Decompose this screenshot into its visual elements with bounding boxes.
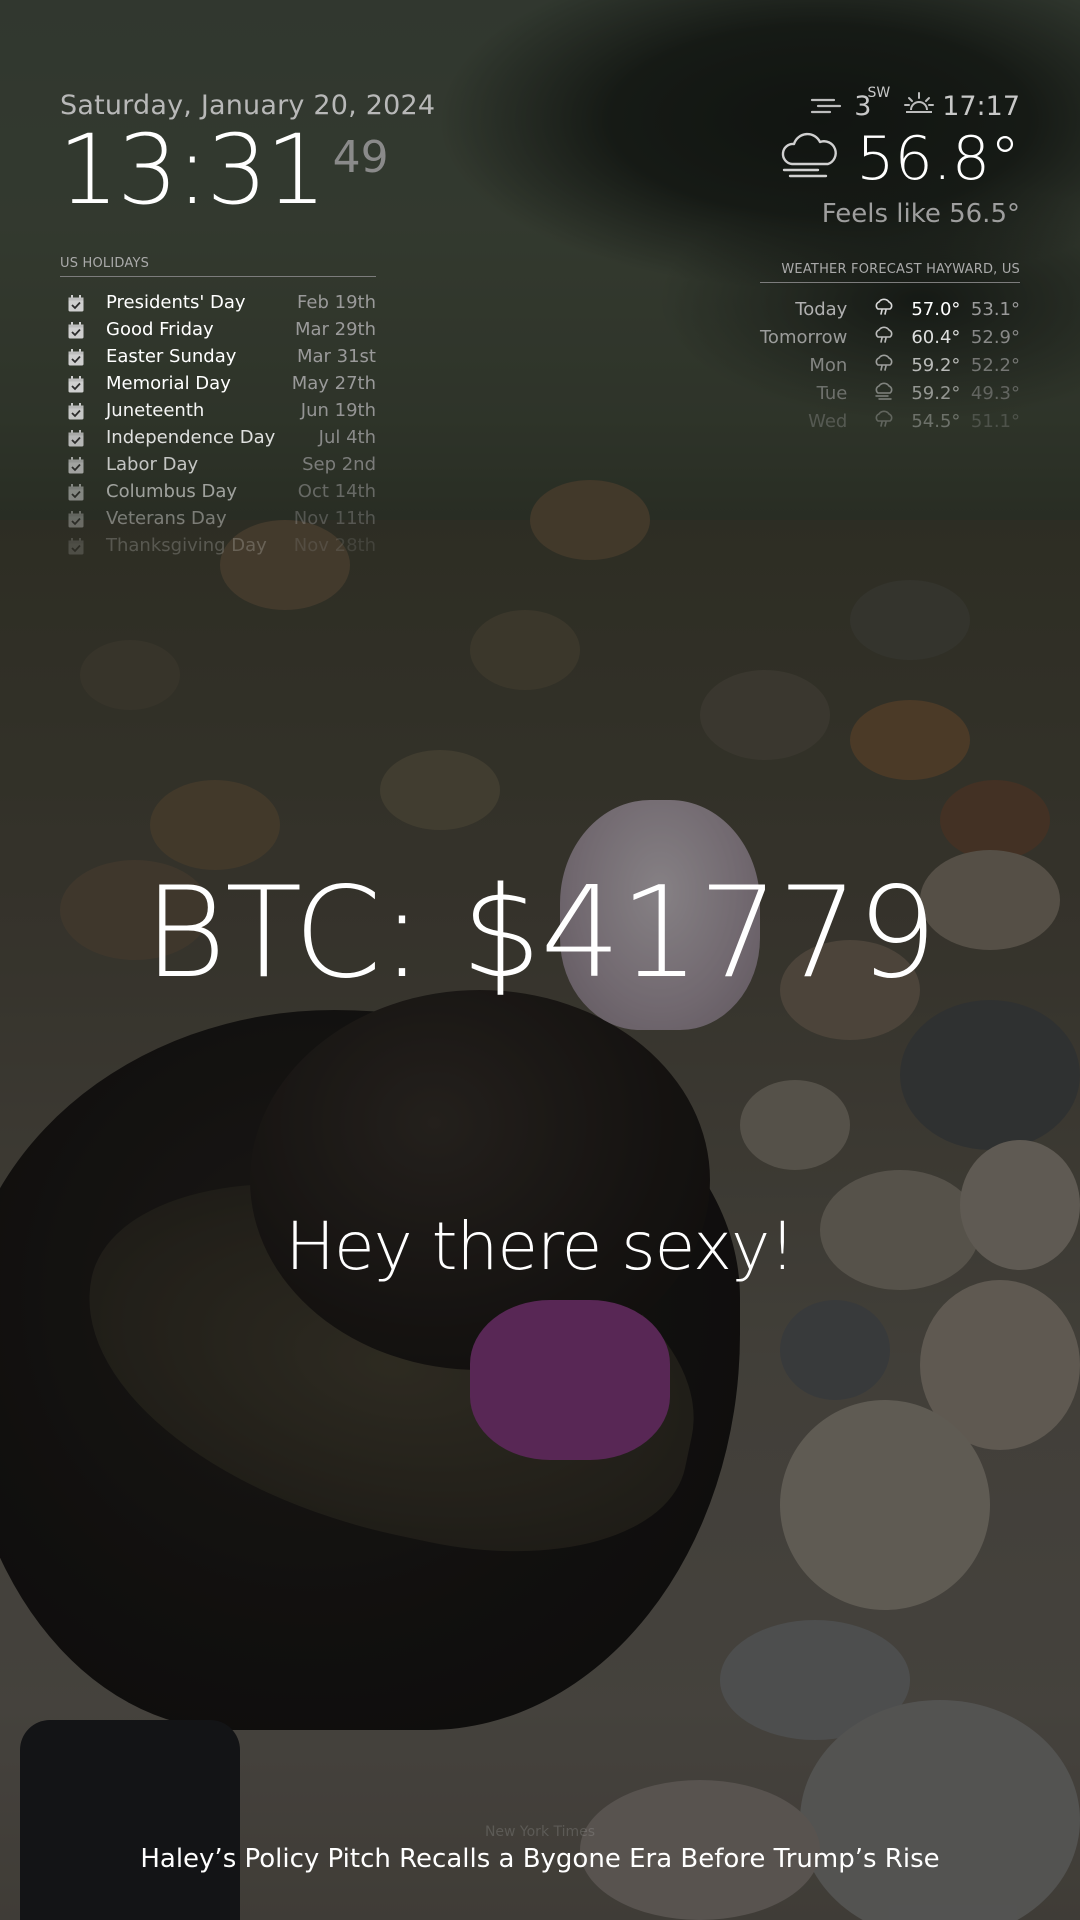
calendar-event-title: Veterans Day xyxy=(106,508,227,529)
calendar-event-date: Mar 29th xyxy=(294,319,376,340)
calendar-event-title: Presidents' Day xyxy=(106,292,246,313)
forecast-header: WEATHER FORECAST HAYWARD, US xyxy=(760,262,1020,283)
weather-temperature-row: 56.8° xyxy=(690,129,1020,189)
calendar-event-title: Good Friday xyxy=(106,319,214,340)
forecast-max-temp: 54.5° xyxy=(911,410,961,432)
calendar-event: Easter Sunday Mar 31st xyxy=(60,343,376,370)
calendar-check-icon xyxy=(68,348,84,365)
sunset-time: 17:17 xyxy=(942,91,1020,122)
current-temperature: 56.8° xyxy=(856,124,1020,194)
wind-direction: SW xyxy=(867,85,891,101)
calendar-event-date: Feb 19th xyxy=(297,292,376,313)
forecast-row: Today 57.0° 53.1° xyxy=(760,295,1020,323)
calendar-event-list: Presidents' Day Feb 19th Good Friday Mar 29… xyxy=(60,289,376,559)
forecast-min-temp: 51.1° xyxy=(970,410,1020,432)
calendar-check-icon xyxy=(68,510,84,527)
calendar-check-icon xyxy=(68,321,84,338)
rain-icon xyxy=(867,323,900,351)
feels-like: Feels like 56.5° xyxy=(821,199,1020,229)
calendar-event: Veterans Day Nov 11th xyxy=(60,505,376,532)
sunset-icon xyxy=(904,90,935,123)
news-headline: Haley’s Policy Pitch Recalls a Bygone Er… xyxy=(140,1844,940,1874)
calendar-event-date: Mar 31st xyxy=(296,346,376,367)
calendar-check-icon xyxy=(68,537,84,554)
forecast-max-temp: 60.4° xyxy=(911,326,961,348)
calendar-event-date: Jul 4th xyxy=(318,427,376,448)
calendar-event-title: Juneteenth xyxy=(106,400,205,421)
forecast-max-temp: 59.2° xyxy=(911,382,961,404)
forecast-day: Today xyxy=(795,298,848,320)
calendar-event: Presidents' Day Feb 19th xyxy=(60,289,376,316)
news-source: New York Times xyxy=(484,1824,596,1840)
rain-icon xyxy=(867,295,900,323)
calendar-event-date: Sep 2nd xyxy=(302,454,376,475)
calendar-event-title: Columbus Day xyxy=(106,481,238,502)
btc-price: BTC: $41779 xyxy=(143,859,938,1006)
wind-icon xyxy=(810,91,846,122)
forecast-row: Wed 54.5° 51.1° xyxy=(760,407,1020,435)
calendar-event: Thanksgiving Day Nov 28th xyxy=(60,532,376,559)
forecast-day: Tomorrow xyxy=(760,326,848,348)
forecast-min-temp: 49.3° xyxy=(970,382,1020,404)
forecast-row: Tue 59.2° 49.3° xyxy=(760,379,1020,407)
calendar-event-date: Nov 11th xyxy=(293,508,376,529)
forecast-min-temp: 52.9° xyxy=(970,326,1020,348)
forecast-row: Tomorrow 60.4° 52.9° xyxy=(760,323,1020,351)
calendar-event-date: Oct 14th xyxy=(297,481,376,502)
calendar-check-icon xyxy=(68,294,84,311)
clock-hours-minutes: 13:31 xyxy=(58,114,327,226)
compliment-text: Hey there sexy! xyxy=(285,1208,795,1285)
cloudy-rain-icon xyxy=(778,132,840,186)
calendar-event-title: Independence Day xyxy=(106,427,276,448)
cloudy-icon xyxy=(867,379,900,407)
calendar-event: Columbus Day Oct 14th xyxy=(60,478,376,505)
calendar-check-icon xyxy=(68,456,84,473)
calendar-event: Labor Day Sep 2nd xyxy=(60,451,376,478)
calendar-event: Good Friday Mar 29th xyxy=(60,316,376,343)
holidays-calendar: US HOLIDAYS Presidents' Day Feb 19th Good … xyxy=(60,256,376,559)
forecast-max-temp: 57.0° xyxy=(911,298,961,320)
weather-forecast: WEATHER FORECAST HAYWARD, US Today 57.0° 5… xyxy=(760,262,1020,435)
calendar-event-title: Memorial Day xyxy=(106,373,231,394)
calendar-check-icon xyxy=(68,402,84,419)
calendar-event: Juneteenth Jun 19th xyxy=(60,397,376,424)
calendar-event-title: Thanksgiving Day xyxy=(106,535,267,556)
calendar-event-title: Labor Day xyxy=(106,454,199,475)
forecast-row: Mon 59.2° 52.2° xyxy=(760,351,1020,379)
forecast-min-temp: 53.1° xyxy=(970,298,1020,320)
forecast-max-temp: 59.2° xyxy=(911,354,961,376)
calendar-event-title: Easter Sunday xyxy=(106,346,237,367)
forecast-table: Today 57.0° 53.1° Tomorrow 60.4° 52.9° Mon 59.2… xyxy=(760,295,1020,435)
forecast-day: Tue xyxy=(816,382,848,404)
forecast-min-temp: 52.2° xyxy=(970,354,1020,376)
calendar-header: US HOLIDAYS xyxy=(60,256,376,277)
weather-wind-sunset-row: 3SW 17:17 xyxy=(690,85,1020,123)
calendar-event: Independence Day Jul 4th xyxy=(60,424,376,451)
calendar-check-icon xyxy=(68,483,84,500)
clock-seconds: 49 xyxy=(332,132,389,183)
current-weather: 3SW 17:17 56.8° Feels like 56.5° xyxy=(690,85,1020,229)
wind-speed: 3SW xyxy=(854,85,891,122)
forecast-day: Mon xyxy=(809,354,848,376)
calendar-event-date: May 27th xyxy=(291,373,376,394)
rain-icon xyxy=(867,407,900,435)
calendar-event-date: Nov 28th xyxy=(293,535,376,556)
forecast-day: Wed xyxy=(808,410,848,432)
calendar-event: Memorial Day May 27th xyxy=(60,370,376,397)
calendar-check-icon xyxy=(68,375,84,392)
calendar-event-date: Jun 19th xyxy=(300,400,376,421)
clock-time: 13:31 49 xyxy=(58,122,389,218)
calendar-check-icon xyxy=(68,429,84,446)
news-feed: New York Times Haley’s Policy Pitch Reca… xyxy=(0,1824,1080,1874)
rain-icon xyxy=(867,351,900,379)
